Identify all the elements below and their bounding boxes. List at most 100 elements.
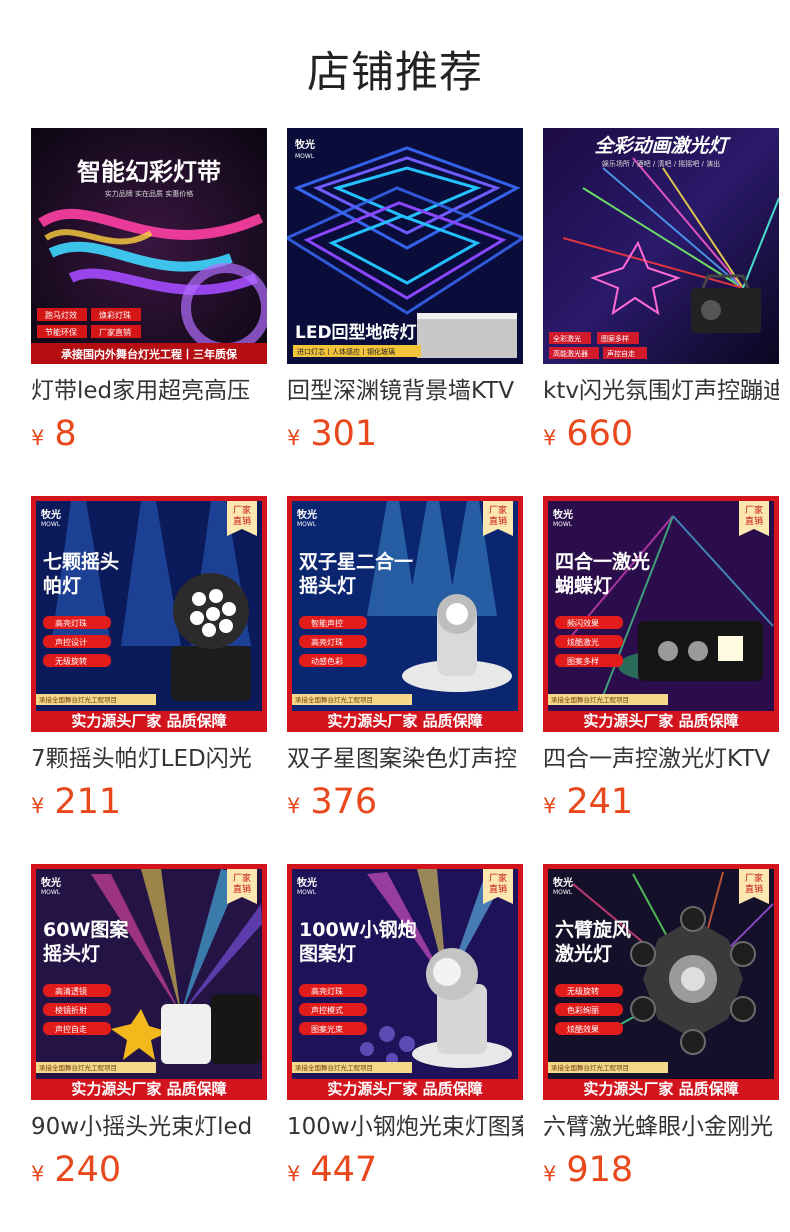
brand-logo-en: MOWL xyxy=(41,521,61,528)
image-tag: 厂家直销 xyxy=(99,327,131,337)
image-tag: 高能激光器 xyxy=(553,349,588,358)
image-tag: 无级旋转 xyxy=(55,656,87,666)
corner-badge-line: 厂家 xyxy=(233,504,251,516)
image-tag: 节能环保 xyxy=(45,327,77,337)
product-name[interactable]: 回型深渊镜背景墙KTV xyxy=(287,376,523,406)
product-image[interactable]: 牧光 MOWL 厂家 直销 100W小钢炮 图案灯 高亮灯珠 声控模式 图案光束… xyxy=(287,864,523,1100)
product-image[interactable]: 全彩动画激光灯 娱乐场所 / 酒吧 / 清吧 / 摇摇吧 / 演出 全彩激光 图… xyxy=(543,128,779,364)
corner-badge-line: 直销 xyxy=(745,883,763,895)
currency-symbol: ¥ xyxy=(31,426,45,450)
image-headline: LED回型地砖灯 xyxy=(295,322,417,343)
product-price: ¥240 xyxy=(31,1150,121,1190)
image-banner: 实力源头厂家 品质保障 xyxy=(583,712,738,730)
image-tag: 声控自走 xyxy=(607,349,635,358)
image-banner: 实力源头厂家 品质保障 xyxy=(327,1080,482,1098)
corner-badge-line: 直销 xyxy=(745,515,763,527)
product-name[interactable]: 7颗摇头帕灯LED闪光 xyxy=(31,744,267,774)
image-tag: 声控设计 xyxy=(55,637,87,647)
image-tag: 声控模式 xyxy=(311,1005,343,1015)
image-headline: 四合一激光 xyxy=(555,550,650,573)
product-image[interactable]: 智能幻彩灯带 实力品牌 实在品质 实惠价格 跑马灯效 焕彩灯珠 节能环保 厂家直… xyxy=(31,128,267,364)
product-price: ¥301 xyxy=(287,414,377,454)
currency-symbol: ¥ xyxy=(287,426,301,450)
corner-badge-line: 厂家 xyxy=(489,504,507,516)
product-name[interactable]: 四合一声控激光灯KTV xyxy=(543,744,779,774)
image-tag: 动感色彩 xyxy=(311,656,343,666)
product-name[interactable]: 灯带led家用超亮高压 xyxy=(31,376,267,406)
brand-logo-en: MOWL xyxy=(297,521,317,528)
image-small-text: 承接全国舞台灯光工程项目 xyxy=(295,695,373,704)
product-image[interactable]: 牧光 MOWL 厂家 直销 60W图案 摇头灯 高清透镜 棱镜折射 声控自走 承… xyxy=(31,864,267,1100)
product-price: ¥660 xyxy=(543,414,633,454)
image-tag: 棱镜折射 xyxy=(55,1005,87,1015)
image-tag: 跑马灯效 xyxy=(45,310,77,320)
image-headline: 60W图案 xyxy=(43,918,129,941)
image-tag: 高亮灯珠 xyxy=(311,637,343,647)
product-price: ¥241 xyxy=(543,782,633,822)
product-price: ¥918 xyxy=(543,1150,633,1190)
image-banner: 实力源头厂家 品质保障 xyxy=(71,1080,226,1098)
brand-logo-en: MOWL xyxy=(41,889,61,896)
corner-badge-line: 直销 xyxy=(233,883,251,895)
product-name[interactable]: ktv闪光氛围灯声控蹦迪 xyxy=(543,376,779,406)
image-headline: 七颗摇头 xyxy=(43,550,119,573)
image-subtitle: 娱乐场所 / 酒吧 / 清吧 / 摇摇吧 / 演出 xyxy=(602,159,720,168)
currency-symbol: ¥ xyxy=(543,794,557,818)
price-value: 211 xyxy=(54,782,122,822)
price-value: 240 xyxy=(54,1150,122,1190)
image-tag: 高亮灯珠 xyxy=(311,986,343,996)
image-small-text: 承接全国舞台灯光工程项目 xyxy=(39,1063,117,1072)
brand-logo-en: MOWL xyxy=(297,889,317,896)
currency-symbol: ¥ xyxy=(543,426,557,450)
product-price: ¥8 xyxy=(31,414,77,454)
product-image[interactable]: 牧光 MOWL 厂家 直销 双子星二合一 摇头灯 智能声控 高亮灯珠 动感色彩 … xyxy=(287,496,523,732)
product-name[interactable]: 90w小摇头光束灯led xyxy=(31,1112,267,1142)
brand-logo: 牧光 xyxy=(41,508,61,521)
image-small-text: 承接全国舞台灯光工程项目 xyxy=(39,695,117,704)
image-tag: 频闪效果 xyxy=(567,618,599,628)
image-tag: 无级旋转 xyxy=(567,986,599,996)
product-image[interactable]: 牧光 MOWL 厂家 直销 七颗摇头 帕灯 高亮灯珠 声控设计 无级旋转 承接全… xyxy=(31,496,267,732)
image-headline: 全彩动画激光灯 xyxy=(594,135,731,157)
image-headline: 帕灯 xyxy=(43,574,81,597)
image-headline: 双子星二合一 xyxy=(299,550,413,573)
brand-logo: 牧光 xyxy=(297,508,317,521)
corner-badge-line: 厂家 xyxy=(489,872,507,884)
product-name[interactable]: 100w小钢炮光束灯图案 xyxy=(287,1112,523,1142)
price-value: 660 xyxy=(566,414,634,454)
image-tag: 智能声控 xyxy=(311,618,343,628)
corner-badge-line: 直销 xyxy=(489,515,507,527)
image-small-text: 承接全国舞台灯光工程项目 xyxy=(551,1063,629,1072)
image-small-text: 承接全国舞台灯光工程项目 xyxy=(551,695,629,704)
image-tag: 声控自走 xyxy=(55,1024,87,1034)
image-tag: 图案多样 xyxy=(601,334,629,343)
image-banner: 实力源头厂家 品质保障 xyxy=(583,1080,738,1098)
corner-badge-line: 厂家 xyxy=(745,504,763,516)
image-headline: 图案灯 xyxy=(299,942,356,965)
brand-logo: 牧光 xyxy=(553,508,573,521)
brand-logo-en: MOWL xyxy=(295,153,315,160)
price-value: 241 xyxy=(566,782,634,822)
image-tag: 全彩激光 xyxy=(553,334,581,343)
image-tag: 色彩绚丽 xyxy=(567,1005,599,1015)
product-image[interactable]: 牧光 MOWL 厂家 直销 六臂旋风 激光灯 无级旋转 色彩绚丽 炫酷效果 承接… xyxy=(543,864,779,1100)
image-tag: 炫酷激光 xyxy=(567,637,599,647)
corner-badge-line: 直销 xyxy=(233,515,251,527)
image-headline: 智能幻彩灯带 xyxy=(77,158,221,186)
product-name[interactable]: 六臂激光蜂眼小金刚光 xyxy=(543,1112,779,1142)
brand-logo: 牧光 xyxy=(41,876,61,889)
image-tag: 图案多样 xyxy=(567,656,599,666)
currency-symbol: ¥ xyxy=(287,1162,301,1186)
currency-symbol: ¥ xyxy=(543,1162,557,1186)
price-value: 376 xyxy=(310,782,378,822)
currency-symbol: ¥ xyxy=(31,794,45,818)
product-image[interactable]: 牧光 MOWL LED回型地砖灯 进口灯芯丨人体感应丨钢化玻璃 xyxy=(287,128,523,364)
product-image[interactable]: 牧光 MOWL 厂家 直销 四合一激光 蝴蝶灯 频闪效果 炫酷激光 图案多样 承… xyxy=(543,496,779,732)
product-name[interactable]: 双子星图案染色灯声控 xyxy=(287,744,523,774)
corner-badge-line: 直销 xyxy=(489,883,507,895)
image-headline: 六臂旋风 xyxy=(555,918,631,941)
image-headline: 蝴蝶灯 xyxy=(555,574,612,597)
corner-badge-line: 厂家 xyxy=(233,872,251,884)
image-subtitle: 进口灯芯丨人体感应丨钢化玻璃 xyxy=(297,347,395,356)
image-subtitle: 实力品牌 实在品质 实惠价格 xyxy=(105,189,193,198)
